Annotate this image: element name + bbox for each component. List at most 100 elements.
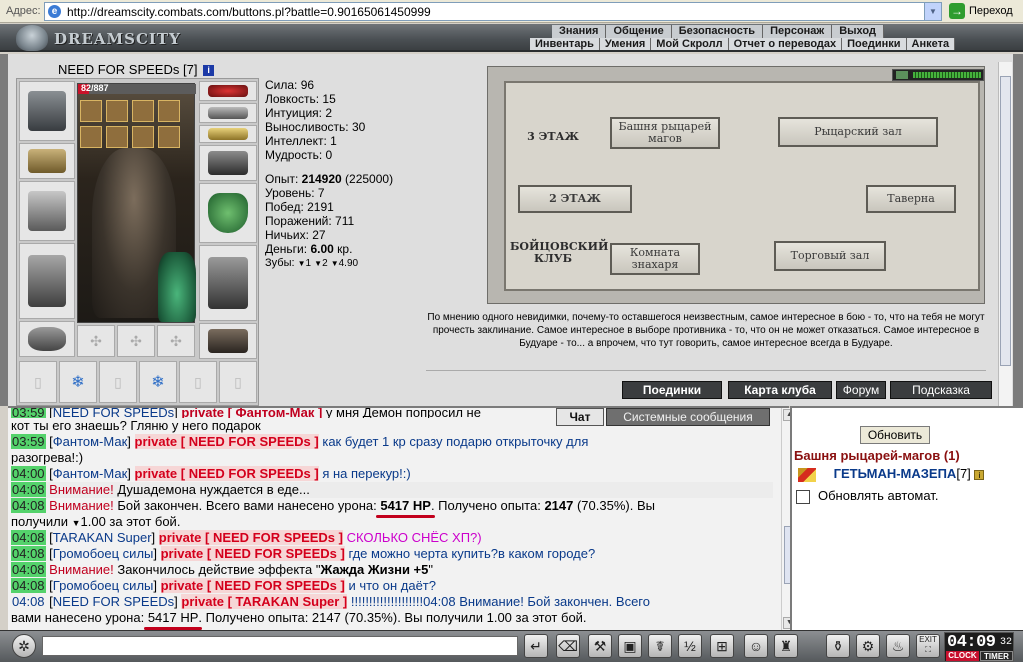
nav-inventory[interactable]: Инвентарь — [530, 38, 600, 50]
teeth-value-2: 2 — [322, 258, 328, 269]
potion-icon[interactable]: ⚱ — [826, 634, 850, 658]
slash-speed-icon[interactable]: ½ — [678, 634, 702, 658]
effect-icon-7[interactable] — [132, 126, 154, 148]
nav-security[interactable]: Безопасность — [671, 25, 764, 38]
pet-demon-icon[interactable] — [158, 252, 196, 322]
earrings-slot[interactable] — [199, 81, 257, 101]
tooth-icon: ▼ — [297, 259, 306, 268]
exit-button[interactable]: EXIT ⛶ — [916, 634, 940, 658]
address-url[interactable]: http://dreamscity.combats.com/buttons.pl… — [67, 5, 431, 19]
map-room-tower[interactable]: Башня рыцарей магов — [610, 117, 720, 149]
tab-chat[interactable]: Чат — [556, 408, 604, 426]
auto-refresh-checkbox[interactable] — [796, 489, 810, 504]
scroll-empty-icon: ▯ — [234, 373, 242, 390]
character-name-text: NEED FOR SPEEDs — [58, 62, 180, 77]
chat-input[interactable] — [42, 636, 518, 656]
effect-icon-3[interactable] — [132, 100, 154, 122]
effect-icon-6[interactable] — [106, 126, 128, 148]
weapon-slot[interactable] — [19, 181, 75, 241]
rune-slot-3[interactable]: ✣ — [157, 325, 195, 357]
chat-log[interactable]: 03:59 [NEED FOR SPEEDs] private [ Фантом… — [11, 408, 773, 632]
rune-slot-2[interactable]: ✣ — [117, 325, 155, 357]
helmet-icon[interactable]: ♜ — [774, 634, 798, 658]
scroll-slot-5[interactable]: ▯ — [179, 361, 217, 403]
stat-losses: Поражений: 711 — [265, 214, 355, 228]
smiley-icon[interactable]: ☺ — [744, 634, 768, 658]
send-enter-icon[interactable]: ↵ — [524, 634, 548, 658]
forum-button[interactable]: Форум — [836, 381, 886, 399]
legs-slot[interactable] — [199, 245, 257, 321]
timer-button[interactable]: TIMER — [980, 651, 1013, 661]
room-user-name[interactable]: ГЕТЬМАН-МАЗЕПА — [834, 466, 957, 481]
filter-icon[interactable]: ⚒ — [588, 634, 612, 658]
nav-transfer-report[interactable]: Отчет о переводах — [728, 38, 843, 50]
clock-time: 04:09 — [947, 633, 996, 652]
nav-knowledge[interactable]: Знания — [552, 25, 607, 38]
scroll-slot-3[interactable]: ▯ — [99, 361, 137, 403]
map-room-healer[interactable]: Комната знахаря — [610, 243, 700, 275]
nav-my-scroll[interactable]: Мой Скролл — [651, 38, 729, 50]
nav-profile[interactable]: Анкета — [906, 38, 956, 50]
main-scrollbar[interactable] — [998, 62, 1012, 406]
trash-icon[interactable]: ♨ — [886, 634, 910, 658]
clock-button[interactable]: CLOCK — [946, 651, 979, 661]
nav-communication[interactable]: Общение — [606, 25, 672, 38]
rune-slot-1[interactable]: ✣ — [77, 325, 115, 357]
save-icon[interactable]: ▣ — [618, 634, 642, 658]
map-floor2-button[interactable]: 2 ЭТАЖ — [518, 185, 632, 213]
bracers-slot[interactable] — [19, 143, 75, 179]
gloves-slot[interactable] — [199, 145, 257, 181]
settings-gear-icon[interactable]: ✲ — [12, 634, 36, 658]
effect-icon-8[interactable] — [158, 126, 180, 148]
nav-skills[interactable]: Умения — [599, 38, 652, 50]
boots-slot[interactable] — [199, 323, 257, 359]
exp-next: (225000) — [345, 172, 394, 186]
helmet-icon — [28, 90, 66, 132]
tooth-icon: ▼ — [330, 259, 339, 268]
effect-icon-4[interactable] — [158, 100, 180, 122]
room-user-info-icon[interactable]: i — [974, 469, 985, 480]
scroll-lock-icon[interactable]: ⊞ — [710, 634, 734, 658]
eraser-icon[interactable]: ⌫ — [556, 634, 580, 658]
scroll-slot-4[interactable]: ❄ — [139, 361, 177, 403]
tab-system-messages[interactable]: Системные сообщения — [606, 408, 770, 426]
character-portrait[interactable]: 82/887 — [77, 83, 196, 323]
scroll-slot-2[interactable]: ❄ — [59, 361, 97, 403]
nav-exit[interactable]: Выход — [832, 25, 884, 38]
room-title: Башня рыцарей-магов (1) — [794, 448, 960, 463]
amulet-slot[interactable] — [199, 103, 257, 123]
fighter-icon[interactable]: ☤ — [648, 634, 672, 658]
effect-icon-5[interactable] — [80, 126, 102, 148]
club-map-button[interactable]: Карта клуба — [728, 381, 832, 399]
room-user[interactable]: ГЕТЬМАН-МАЗЕПА[7] i — [798, 466, 985, 482]
address-dropdown-icon[interactable]: ▼ — [924, 3, 941, 20]
inventory-icon[interactable]: ⚙ — [856, 634, 880, 658]
map-floor3-label[interactable]: 3 ЭТАЖ — [518, 131, 588, 143]
refresh-button[interactable]: Обновить — [860, 426, 930, 444]
hint-button[interactable]: Подсказка — [890, 381, 992, 399]
belt-slot[interactable] — [19, 321, 75, 357]
armor-slot[interactable] — [19, 243, 75, 319]
scroll-slot-6[interactable]: ▯ — [219, 361, 257, 403]
nav-character[interactable]: Персонаж — [763, 25, 833, 38]
map-room-knights-hall[interactable]: Рыцарский зал — [778, 117, 938, 147]
shield-slot[interactable] — [199, 183, 257, 243]
main-scroll-thumb[interactable] — [1000, 76, 1011, 366]
scroll-slot-1[interactable]: ▯ — [19, 361, 57, 403]
effect-icon-1[interactable] — [80, 100, 102, 122]
duels-button[interactable]: Поединки — [622, 381, 722, 399]
address-field[interactable]: e http://dreamscity.combats.com/buttons.… — [44, 2, 942, 21]
stat-strength: Сила: 96 — [265, 78, 315, 92]
nav-duels[interactable]: Поединки — [842, 38, 907, 50]
character-level: [7] — [182, 62, 198, 77]
auto-refresh[interactable]: Обновлять автомат. — [796, 488, 938, 504]
go-button[interactable]: → Переход — [947, 2, 1019, 21]
character-info-icon[interactable]: i — [203, 65, 215, 77]
effect-icon-2[interactable] — [106, 100, 128, 122]
map-club-label[interactable]: БОЙЦОВСКИЙ КЛУБ — [510, 241, 608, 265]
map-room-tavern[interactable]: Таверна — [866, 185, 956, 213]
rings-slot[interactable] — [199, 125, 257, 143]
exp-value: 214920 — [301, 172, 342, 186]
helmet-slot[interactable] — [19, 81, 75, 141]
map-room-trade-hall[interactable]: Торговый зал — [774, 241, 886, 271]
